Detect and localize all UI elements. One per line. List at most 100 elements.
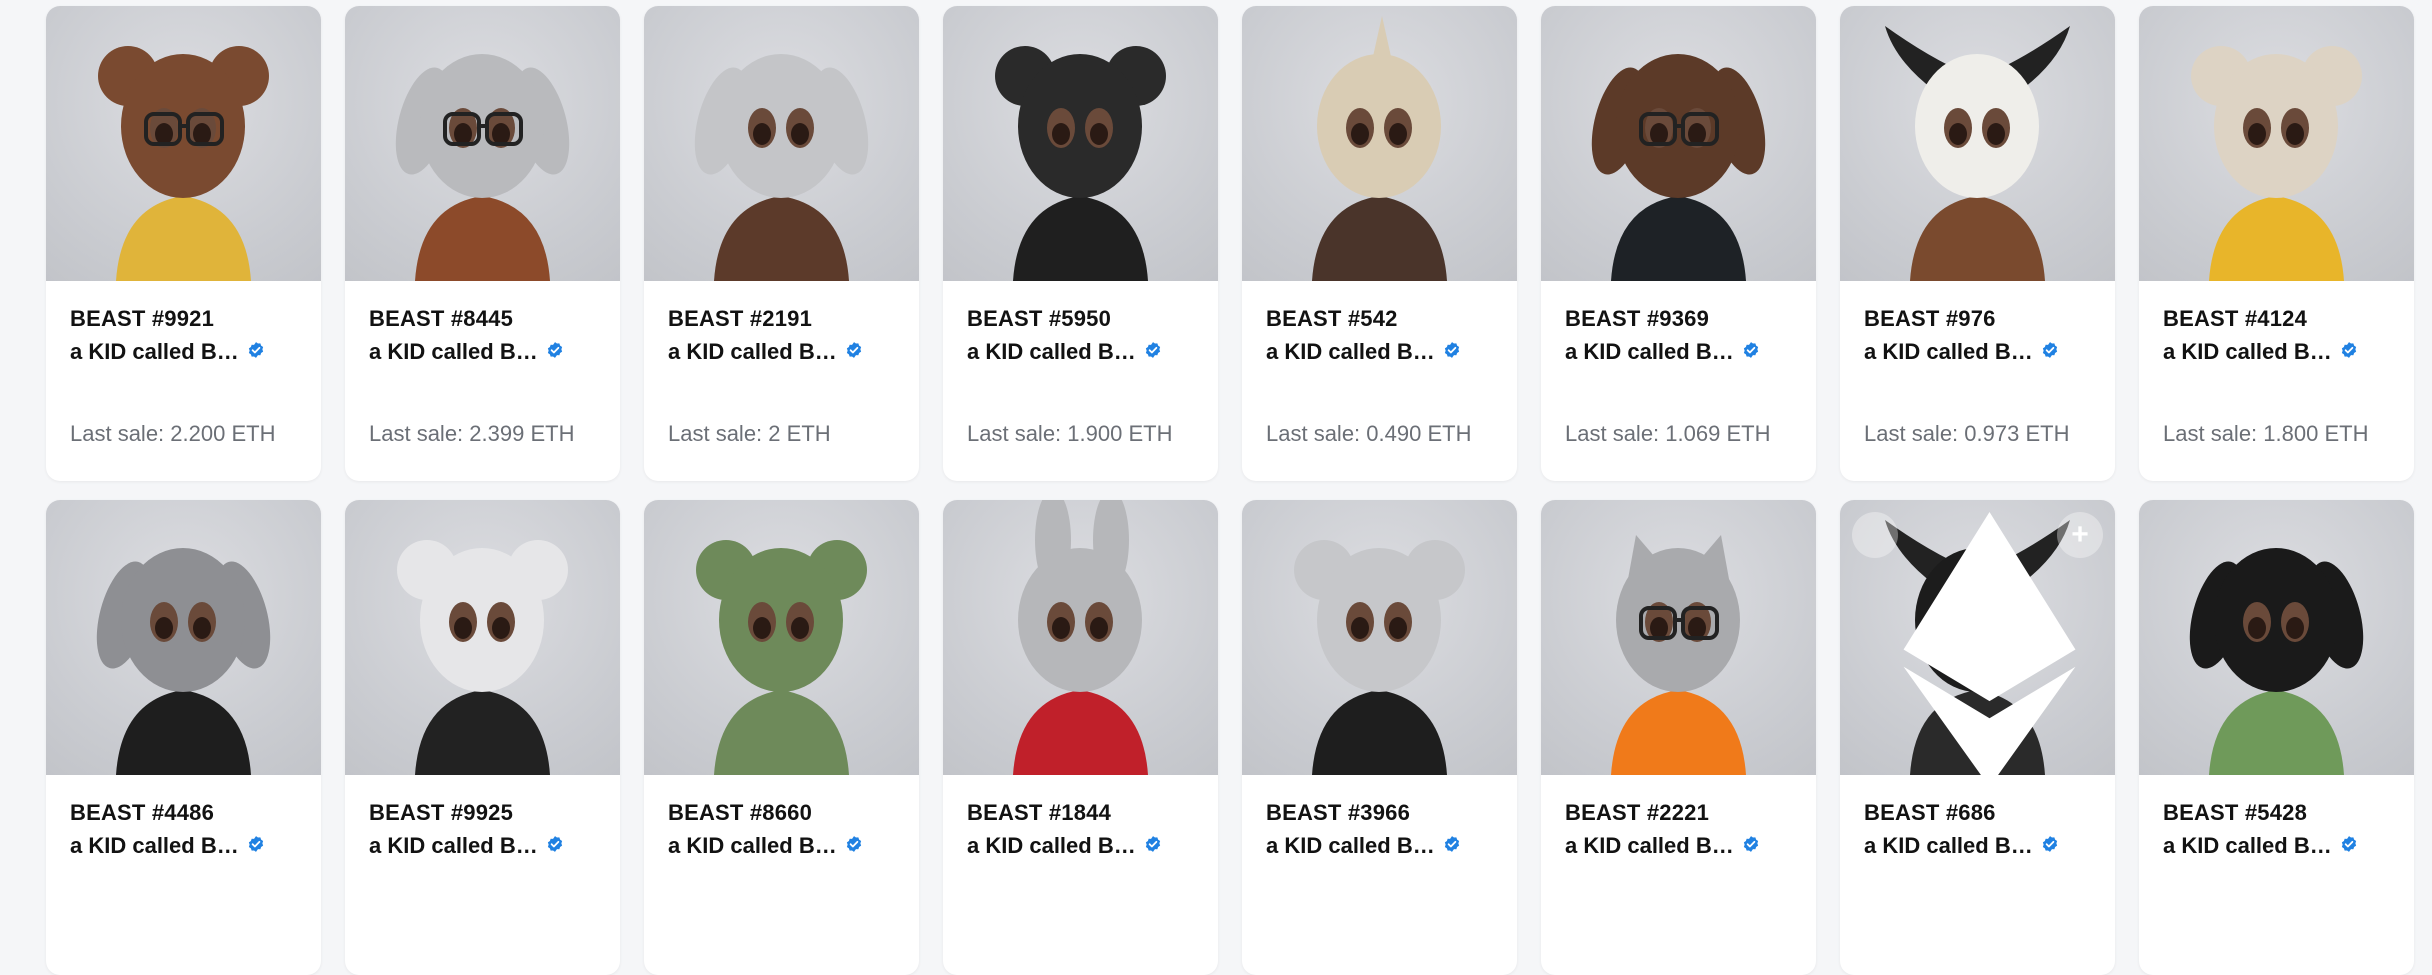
last-sale-price: 1.800 ETH (2263, 421, 2369, 446)
nft-image[interactable] (345, 500, 620, 775)
nft-card[interactable]: BEAST #8445 a KID called B… Last sale: 2.… (345, 6, 620, 481)
nft-image[interactable] (1840, 6, 2115, 281)
nft-image[interactable] (46, 500, 321, 775)
collection-name[interactable]: a KID called B… (1266, 339, 1461, 365)
last-sale-price: 0.490 ETH (1366, 421, 1472, 446)
collection-name[interactable]: a KID called B… (1864, 833, 2059, 859)
nft-card[interactable]: BEAST #2221 a KID called B… (1541, 500, 1816, 975)
nft-image[interactable] (943, 6, 1218, 281)
last-sale-price: 0.973 ETH (1964, 421, 2070, 446)
nft-card[interactable]: BEAST #4124 a KID called B… Last sale: 1.… (2139, 6, 2414, 481)
nft-title: BEAST #2191 (668, 306, 813, 331)
verified-icon (1443, 339, 1461, 365)
nft-image[interactable] (2139, 6, 2414, 281)
last-sale-label: Last sale: (967, 421, 1062, 446)
verified-icon (546, 833, 564, 859)
nft-card[interactable]: BEAST #4486 a KID called B… (46, 500, 321, 975)
nft-card[interactable]: BEAST #9925 a KID called B… (345, 500, 620, 975)
verified-icon (247, 339, 265, 365)
last-sale-price: 2.200 ETH (170, 421, 276, 446)
last-sale: Last sale: 0.973 ETH (1864, 421, 2069, 447)
collection-label: a KID called B… (1864, 833, 2033, 858)
nft-title: BEAST #9921 (70, 306, 215, 331)
nft-card[interactable]: BEAST #9369 a KID called B… Last sale: 1.… (1541, 6, 1816, 481)
nft-card[interactable]: BEAST #3966 a KID called B… (1242, 500, 1517, 975)
nft-card[interactable]: + BEAST #686 a KID called B… (1840, 500, 2115, 975)
nft-image[interactable] (2139, 500, 2414, 775)
nft-image[interactable] (644, 500, 919, 775)
verified-icon (2041, 339, 2059, 365)
verified-icon (546, 339, 564, 365)
nft-title: BEAST #5950 (967, 306, 1112, 331)
collection-label: a KID called B… (2163, 833, 2332, 858)
collection-label: a KID called B… (70, 339, 239, 364)
collection-label: a KID called B… (967, 339, 1136, 364)
last-sale: Last sale: 2.200 ETH (70, 421, 275, 447)
nft-image[interactable] (1242, 6, 1517, 281)
collection-name[interactable]: a KID called B… (967, 833, 1162, 859)
last-sale-label: Last sale: (369, 421, 464, 446)
collection-name[interactable]: a KID called B… (668, 339, 863, 365)
nft-card[interactable]: BEAST #542 a KID called B… Last sale: 0.4… (1242, 6, 1517, 481)
collection-label: a KID called B… (668, 339, 837, 364)
nft-card[interactable]: BEAST #2191 a KID called B… Last sale: 2 … (644, 6, 919, 481)
nft-image[interactable]: + (1840, 500, 2115, 775)
last-sale-label: Last sale: (2163, 421, 2258, 446)
collection-name[interactable]: a KID called B… (2163, 339, 2358, 365)
collection-label: a KID called B… (967, 833, 1136, 858)
last-sale: Last sale: 0.490 ETH (1266, 421, 1471, 447)
verified-icon (1443, 833, 1461, 859)
collection-name[interactable]: a KID called B… (70, 833, 265, 859)
verified-icon (1144, 339, 1162, 365)
nft-image[interactable] (1541, 500, 1816, 775)
verified-icon (247, 833, 265, 859)
collection-label: a KID called B… (369, 833, 538, 858)
verified-icon (1742, 339, 1760, 365)
last-sale-price: 2 ETH (768, 421, 831, 446)
collection-name[interactable]: a KID called B… (369, 833, 564, 859)
verified-icon (2340, 833, 2358, 859)
collection-name[interactable]: a KID called B… (967, 339, 1162, 365)
nft-image[interactable] (1242, 500, 1517, 775)
nft-image[interactable] (1541, 6, 1816, 281)
last-sale: Last sale: 2 ETH (668, 421, 831, 447)
nft-card[interactable]: BEAST #5950 a KID called B… Last sale: 1.… (943, 6, 1218, 481)
nft-grid: BEAST #9921 a KID called B… Last sale: 2.… (46, 6, 2414, 975)
last-sale-price: 2.399 ETH (469, 421, 575, 446)
collection-label: a KID called B… (668, 833, 837, 858)
nft-image[interactable] (345, 6, 620, 281)
nft-card[interactable]: BEAST #8660 a KID called B… (644, 500, 919, 975)
collection-label: a KID called B… (2163, 339, 2332, 364)
nft-title: BEAST #8660 (668, 800, 813, 825)
collection-label: a KID called B… (1565, 339, 1734, 364)
nft-title: BEAST #2221 (1565, 800, 1710, 825)
nft-title: BEAST #686 (1864, 800, 1996, 825)
nft-card[interactable]: BEAST #5428 a KID called B… (2139, 500, 2414, 975)
collection-name[interactable]: a KID called B… (1266, 833, 1461, 859)
collection-name[interactable]: a KID called B… (1565, 339, 1760, 365)
last-sale: Last sale: 2.399 ETH (369, 421, 574, 447)
collection-label: a KID called B… (1266, 833, 1435, 858)
collection-label: a KID called B… (1266, 339, 1435, 364)
collection-name[interactable]: a KID called B… (1864, 339, 2059, 365)
collection-name[interactable]: a KID called B… (668, 833, 863, 859)
nft-card[interactable]: BEAST #1844 a KID called B… (943, 500, 1218, 975)
collection-label: a KID called B… (1864, 339, 2033, 364)
verified-icon (1144, 833, 1162, 859)
nft-title: BEAST #5428 (2163, 800, 2308, 825)
add-to-cart-button[interactable]: + (2057, 512, 2103, 558)
nft-card[interactable]: BEAST #9921 a KID called B… Last sale: 2.… (46, 6, 321, 481)
collection-label: a KID called B… (369, 339, 538, 364)
nft-image[interactable] (943, 500, 1218, 775)
ethereum-icon[interactable] (1852, 512, 2076, 775)
collection-name[interactable]: a KID called B… (1565, 833, 1760, 859)
verified-icon (1742, 833, 1760, 859)
collection-name[interactable]: a KID called B… (70, 339, 265, 365)
collection-name[interactable]: a KID called B… (2163, 833, 2358, 859)
nft-image[interactable] (644, 6, 919, 281)
collection-name[interactable]: a KID called B… (369, 339, 564, 365)
nft-title: BEAST #4124 (2163, 306, 2308, 331)
last-sale: Last sale: 1.069 ETH (1565, 421, 1770, 447)
nft-image[interactable] (46, 6, 321, 281)
nft-card[interactable]: BEAST #976 a KID called B… Last sale: 0.9… (1840, 6, 2115, 481)
